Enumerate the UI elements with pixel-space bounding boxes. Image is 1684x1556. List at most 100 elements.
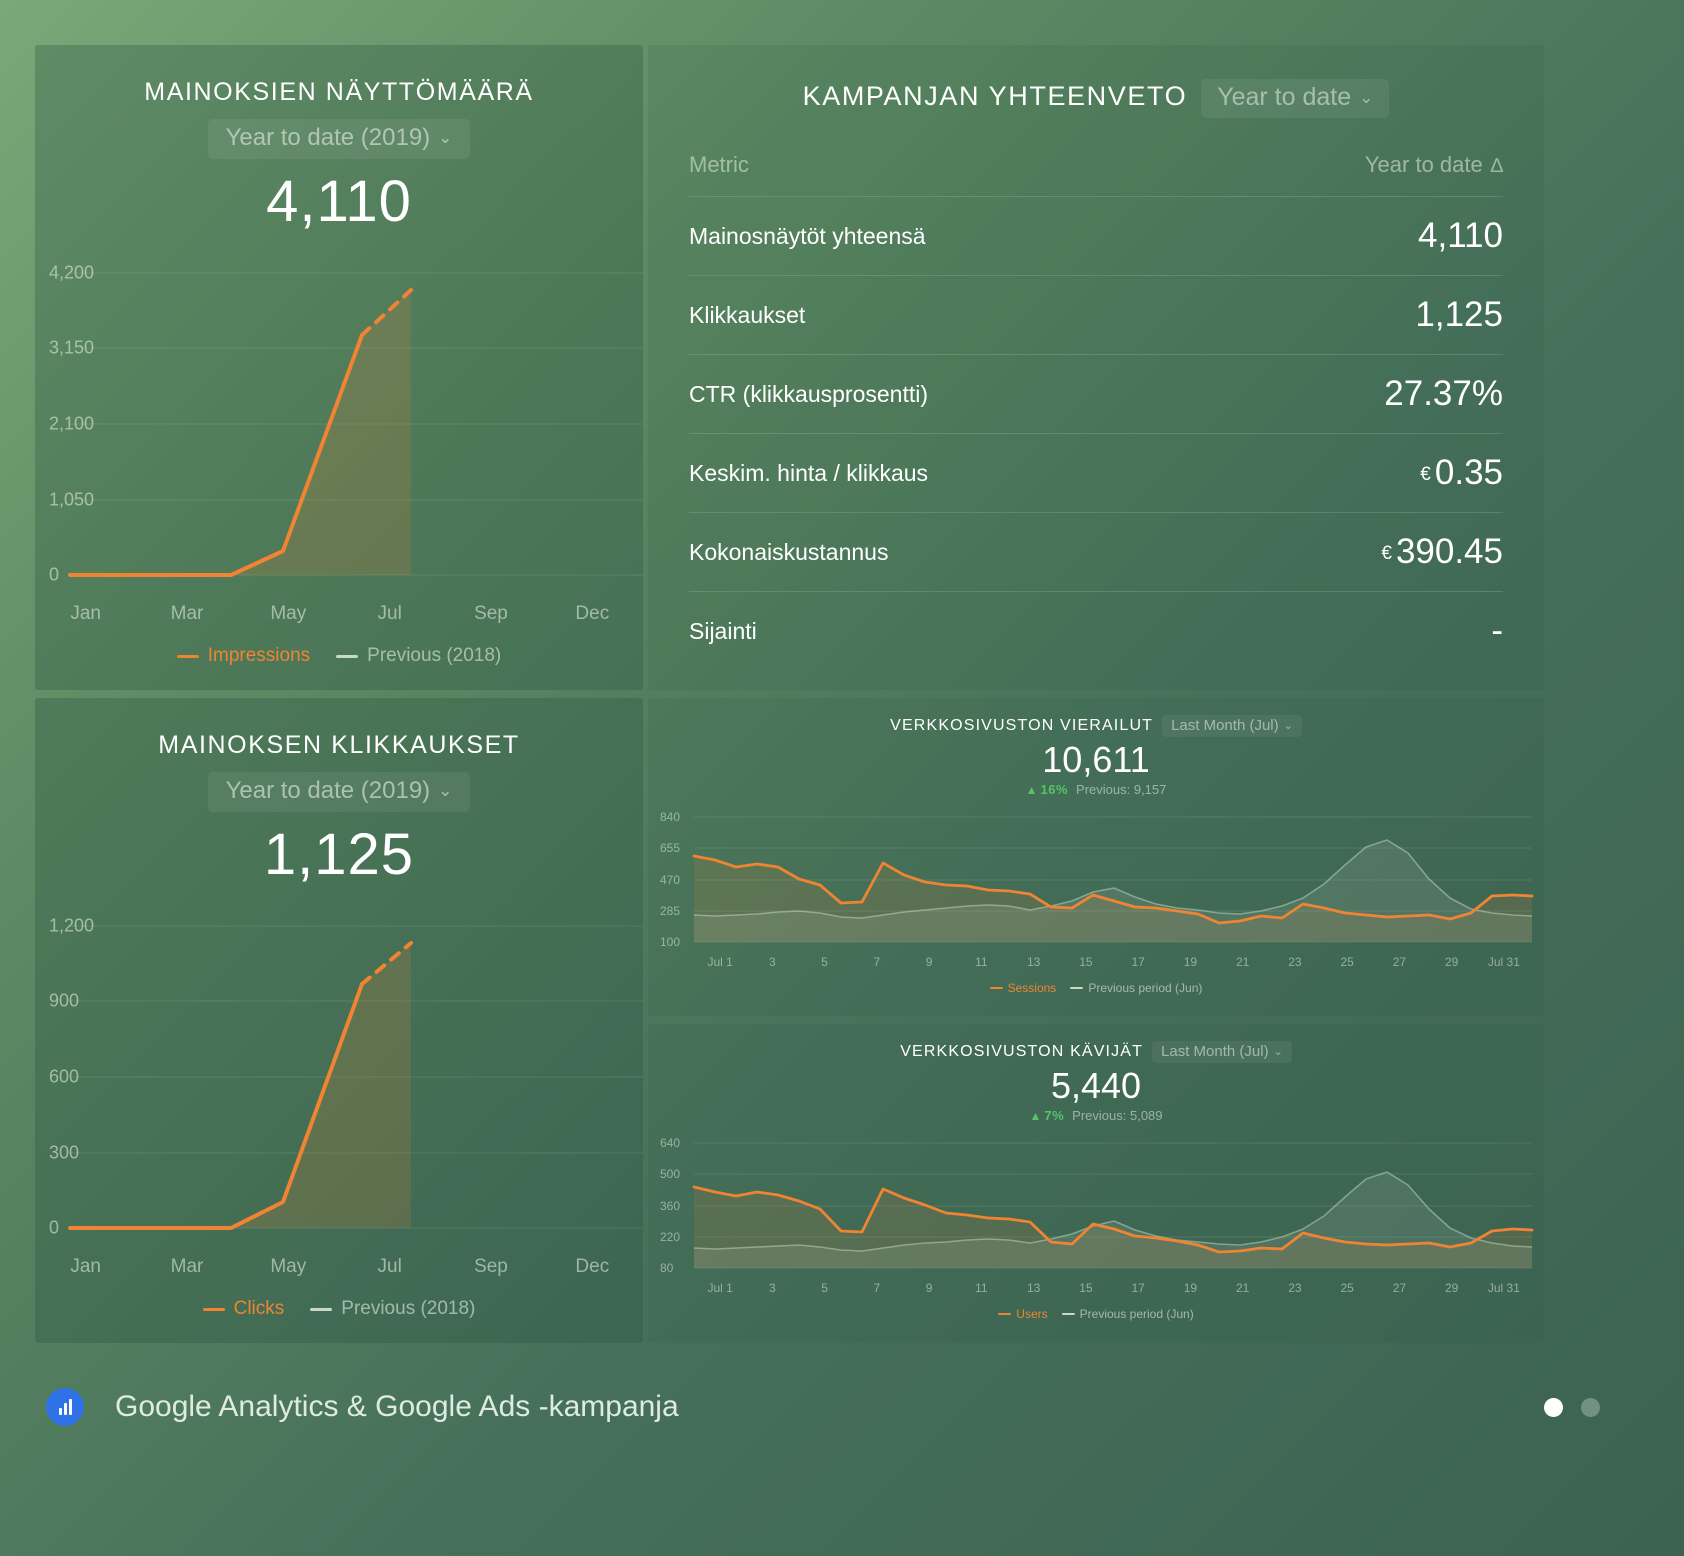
chevron-down-icon: ⌄ [1273, 1046, 1283, 1058]
card-impressions: Mainoksien näyttömäärä Year to date (201… [35, 45, 643, 690]
summary-date-range-dropdown[interactable]: Year to date ⌄ [1201, 79, 1390, 118]
row-value-text: 0.35 [1434, 453, 1503, 492]
column-header-value[interactable]: Year to date ∆ [1204, 152, 1503, 197]
legend-item-sessions[interactable]: Sessions [989, 980, 1057, 995]
clicks-date-range-label: Year to date (2019) [225, 777, 431, 804]
legend-swatch-icon [998, 1312, 1012, 1315]
legend-swatch-icon [989, 986, 1003, 989]
legend-label-previous-period: Previous period (Jun) [1088, 980, 1203, 995]
sessions-xtick-1: 3 [769, 954, 776, 969]
chevron-down-icon: ⌄ [1359, 88, 1374, 107]
sessions-xtick-3: 7 [873, 954, 881, 969]
row-metric-value: - [1205, 592, 1503, 671]
clicks-xaxis: Jan Mar May Jul Sep Dec [35, 1256, 643, 1278]
users-xtick-6: 13 [1026, 1280, 1041, 1295]
legend-swatch-icon [310, 1307, 333, 1311]
row-metric-value: 4,110 [1204, 196, 1503, 276]
sessions-chart-svg [692, 816, 1534, 943]
sessions-value: 10,611 [1042, 739, 1150, 780]
sessions-ytick-1: 655 [660, 840, 681, 855]
card-website-sessions: Verkkosivuston vierailut Last Month (Jul… [648, 698, 1544, 1016]
users-xtick-1: 3 [769, 1280, 776, 1295]
legend-item-impressions[interactable]: Impressions [176, 645, 311, 667]
sessions-date-range-dropdown[interactable]: Last Month (Jul) ⌄ [1162, 715, 1302, 737]
sessions-xtick-6: 13 [1026, 954, 1041, 969]
currency-symbol: € [1381, 543, 1392, 564]
clicks-xtick-4: Sep [474, 1256, 508, 1277]
legend-label-users: Users [1016, 1306, 1048, 1321]
clicks-xtick-3: Jul [377, 1256, 402, 1277]
clicks-ytick-0: 0 [49, 1217, 60, 1238]
table-row: Sijainti - [689, 592, 1503, 671]
users-ytick-0: 640 [660, 1135, 681, 1150]
sessions-xtick-7: 15 [1079, 954, 1093, 969]
users-xtick-0: Jul 1 [707, 1280, 733, 1295]
users-ytick-2: 360 [660, 1198, 681, 1213]
sessions-title: Verkkosivuston vierailut [890, 717, 1154, 734]
dashboard-title: Google Analytics & Google Ads -kampanja [115, 1390, 679, 1423]
currency-symbol: € [1420, 464, 1431, 485]
users-xtick-15: Jul 31 [1487, 1280, 1520, 1295]
impressions-legend: Impressions Previous (2018) [35, 645, 643, 667]
clicks-ytick-2: 600 [49, 1066, 80, 1087]
page-dot-2[interactable] [1581, 1398, 1600, 1417]
impressions-date-range-dropdown[interactable]: Year to date (2019) ⌄ [207, 119, 471, 159]
users-xtick-7: 15 [1079, 1280, 1093, 1295]
clicks-xtick-2: May [270, 1256, 307, 1277]
sessions-xtick-8: 17 [1131, 954, 1145, 969]
row-metric-label: Mainosnäytöt yhteensä [689, 196, 1205, 276]
clicks-ytick-4: 1,200 [49, 915, 95, 936]
legend-label-sessions: Sessions [1007, 980, 1057, 995]
row-value-text: 4,110 [1418, 216, 1503, 255]
clicks-xtick-1: Mar [170, 1256, 204, 1277]
users-date-range-dropdown[interactable]: Last Month (Jul) ⌄ [1152, 1041, 1292, 1063]
impressions-ytick-2: 2,100 [49, 413, 95, 434]
users-xtick-4: 9 [925, 1280, 933, 1295]
sessions-ytick-4: 100 [660, 934, 681, 949]
legend-swatch-icon [202, 1307, 225, 1311]
row-metric-value: €390.45 [1204, 512, 1503, 592]
legend-item-previous[interactable]: Previous (2018) [336, 645, 501, 667]
sessions-comparison: ▲ 16% Previous: 9,157 [648, 782, 1544, 797]
impressions-date-range-label: Year to date (2019) [225, 124, 431, 151]
users-xtick-14: 29 [1444, 1280, 1459, 1295]
row-metric-value: €0.35 [1204, 433, 1503, 513]
legend-label-previous: Previous (2018) [367, 645, 502, 666]
users-xtick-12: 25 [1340, 1280, 1354, 1295]
legend-item-previous[interactable]: Previous (2018) [310, 1298, 475, 1320]
legend-label-impressions: Impressions [207, 645, 311, 666]
legend-swatch-icon [336, 654, 359, 658]
chevron-down-icon: ⌄ [438, 128, 453, 147]
page-dot-1[interactable] [1544, 1398, 1563, 1417]
bar-chart-glyph [58, 1399, 72, 1415]
users-ytick-3: 220 [660, 1229, 681, 1244]
sessions-trend-pct: 16% [1040, 781, 1069, 797]
legend-item-clicks[interactable]: Clicks [202, 1298, 284, 1320]
clicks-chart: 1,200 900 600 300 0 Jan Mar May Jul Sep … [35, 906, 643, 1319]
impressions-title: Mainoksien näyttömäärä [144, 78, 534, 106]
sessions-ytick-0: 840 [660, 809, 681, 824]
sessions-xtick-2: 5 [821, 954, 828, 969]
legend-item-previous-period[interactable]: Previous period (Jun) [1070, 981, 1202, 995]
sessions-xtick-9: 19 [1183, 954, 1198, 969]
sessions-xtick-14: 29 [1444, 954, 1459, 969]
clicks-xtick-5: Dec [575, 1256, 610, 1277]
clicks-date-range-dropdown[interactable]: Year to date (2019) ⌄ [207, 772, 471, 812]
sessions-xaxis: Jul 1 3 5 7 9 11 13 15 17 19 21 23 25 27… [694, 955, 1530, 969]
sessions-xtick-13: 27 [1392, 954, 1407, 969]
dashboard-stage: Mainoksien näyttömäärä Year to date (201… [0, 0, 1684, 1556]
summary-header: Kampanjan yhteenveto Year to date ⌄ [648, 45, 1544, 118]
users-xtick-3: 7 [873, 1280, 881, 1295]
sessions-date-range-label: Last Month (Jul) [1171, 717, 1279, 734]
clicks-chart-svg [68, 925, 643, 1230]
table-row: Mainosnäytöt yhteensä 4,110 [689, 196, 1503, 276]
users-xtick-5: 11 [975, 1280, 988, 1295]
impressions-xaxis: Jan Mar May Jul Sep Dec [35, 603, 643, 625]
impressions-xtick-4: Sep [474, 603, 508, 624]
page-indicator [1544, 1398, 1600, 1417]
legend-swatch-icon [1061, 1312, 1075, 1315]
legend-item-previous-period[interactable]: Previous period (Jun) [1061, 1307, 1194, 1321]
sessions-xtick-15: Jul 31 [1487, 954, 1520, 969]
legend-item-users[interactable]: Users [998, 1306, 1048, 1321]
row-value-text: - [1491, 611, 1503, 650]
